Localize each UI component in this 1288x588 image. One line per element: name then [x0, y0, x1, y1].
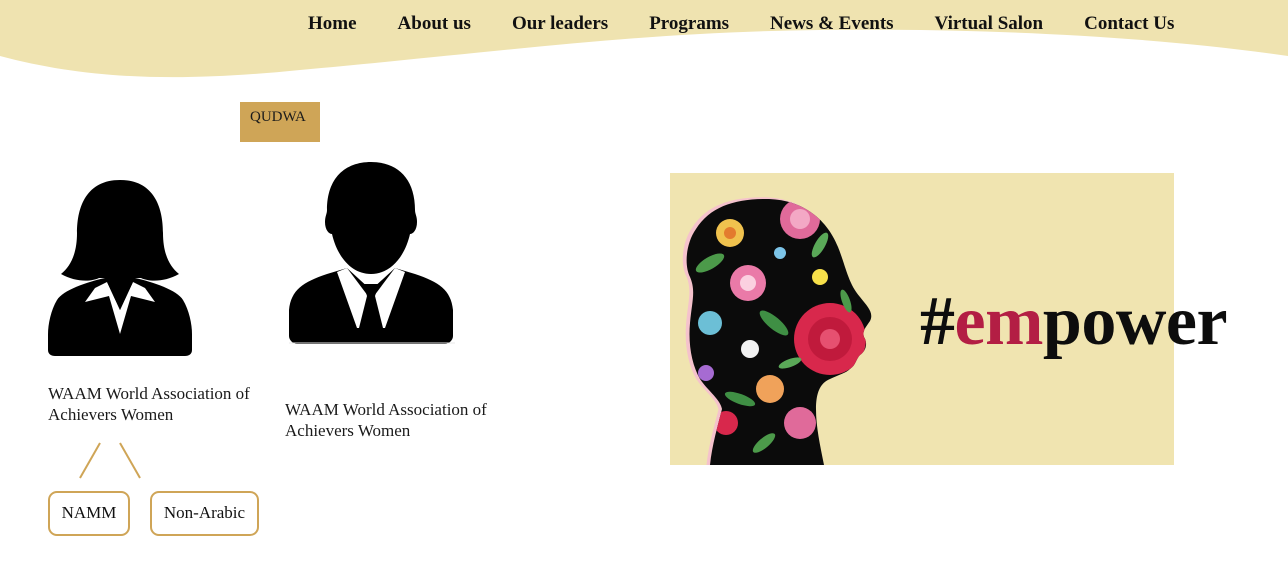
female-avatar-icon [48, 180, 192, 356]
nav-virtual-salon[interactable]: Virtual Salon [935, 12, 1044, 36]
person-caption: WAAM World Association of Achievers Wome… [285, 400, 487, 440]
non-arabic-button[interactable]: Non-Arabic [150, 491, 259, 536]
nav-programs[interactable]: Programs [649, 12, 729, 36]
namm-button[interactable]: NAMM [48, 491, 130, 536]
male-avatar-icon [289, 162, 455, 344]
em-highlight-text: em [954, 283, 1044, 360]
nav-news-events[interactable]: News & Events [770, 12, 894, 36]
power-text: power [1042, 283, 1228, 360]
nav-contact-us[interactable]: Contact Us [1084, 12, 1174, 36]
person-caption: WAAM World Association of Achievers Wome… [48, 384, 250, 424]
empower-heading: #empower [920, 282, 1228, 362]
tree-connector [79, 442, 141, 479]
hash-text: # [920, 283, 955, 360]
nav-about-us[interactable]: About us [398, 12, 471, 36]
nav-home[interactable]: Home [308, 12, 357, 36]
main-nav: Home About us Our leaders Programs News … [308, 12, 1174, 36]
qudwa-badge[interactable]: QUDWA [240, 102, 320, 142]
nav-our-leaders[interactable]: Our leaders [512, 12, 608, 36]
